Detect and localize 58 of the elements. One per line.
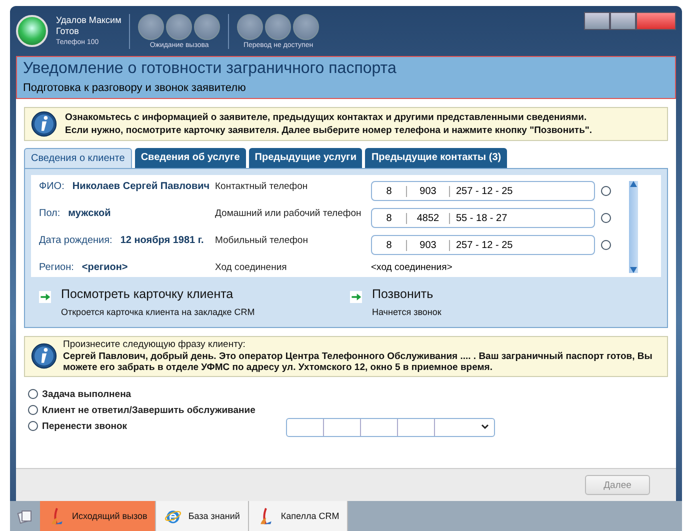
scroll-down-icon[interactable] (630, 267, 637, 273)
caret-icon (481, 424, 489, 430)
page-title: Уведомление о готовности заграничного паспорта (23, 60, 398, 78)
action-description: Начнется звонок (372, 307, 442, 317)
radio-button[interactable] (28, 405, 38, 415)
taskbar-item[interactable]: Исходящий вызов (40, 501, 156, 531)
radio-button[interactable] (601, 240, 611, 250)
radio-button[interactable] (601, 186, 611, 196)
arrow-icon (350, 291, 362, 303)
field-label: Дата рождения: (39, 235, 112, 246)
cards-icon[interactable] (17, 508, 33, 524)
agent-status: Готов (56, 26, 80, 36)
maximize-button[interactable] (610, 12, 636, 30)
info-icon (31, 111, 57, 137)
tab[interactable]: Предыдущие услуги (248, 148, 362, 168)
field-label: Регион: (39, 262, 74, 273)
field-label: Пол: (39, 208, 60, 219)
info-icon (31, 343, 57, 370)
script-prompt: Произнесите следующую фразу клиенту: (63, 339, 246, 350)
phone-field[interactable]: 8 903 257 - 12 - 25 (371, 235, 595, 255)
script-text: Сергей Павлович, добрый день. Это оператор Центра Телефонного Обслуживания .... . Ваш заграничный паспорт готов, Вы можете его забрать в отделе УФМС по адресу ул. Ухтомского 12, окно 5 в приемное время. (63, 350, 654, 374)
tab[interactable]: Предыдущие контакты (3) (365, 148, 508, 168)
minimize-button[interactable] (584, 12, 610, 30)
phone-field[interactable]: 8 903 257 - 12 - 25 (371, 181, 595, 201)
option-label: Перенести звонок (42, 420, 128, 432)
action-link[interactable]: Посмотреть карточку клиента (61, 287, 255, 301)
phone-label: Домашний или рабочий телефон (215, 208, 362, 219)
arrow-icon (39, 291, 51, 303)
scrollbar[interactable] (629, 181, 638, 273)
tab[interactable]: Сведения об услуге (134, 148, 246, 168)
info-text: Если нужно, посмотрите карточку заявителя. Далее выберите номер телефона и нажмите кнопку "Позвонить". (65, 124, 592, 137)
taskbar-item[interactable]: Капелла CRM (248, 501, 348, 531)
avatar-icon (16, 15, 48, 47)
field-value: <регион> (82, 262, 128, 273)
page-subtitle: Подготовка к разговору и звонок заявителю (23, 82, 247, 94)
connection-value: <ход соединения> (371, 262, 454, 273)
connection-label: Ход соединения (215, 262, 288, 273)
close-button[interactable] (636, 12, 676, 30)
scroll-up-icon[interactable] (630, 181, 637, 187)
info-text: Ознакомьтесь с информацией о заявителе, предыдущих контактах и другими представленными сведениями. (65, 111, 588, 124)
phone-label: Мобильный телефон (215, 235, 309, 246)
phone-label: Контактный телефон (215, 181, 309, 192)
agent-name: Удалов Максим (56, 14, 122, 26)
option-label: Клиент не ответил/Завершить обслуживание (42, 404, 256, 416)
taskbar-item[interactable]: База знаний (156, 501, 249, 531)
radio-button[interactable] (601, 213, 611, 223)
option-label: Задача выполнена (42, 388, 132, 400)
tab[interactable]: Сведения о клиенте (24, 148, 132, 168)
date-dropdown[interactable] (286, 418, 495, 436)
radio-button[interactable] (28, 389, 38, 399)
field-value: мужской (68, 208, 111, 219)
action-description: Откроется карточка клиента на закладке CRM (61, 307, 255, 317)
field-label: ФИО: (39, 181, 64, 192)
action-link[interactable]: Позвонить (372, 287, 442, 301)
field-value: Николаев Сергей Павлович (72, 181, 210, 192)
radio-button[interactable] (28, 421, 38, 431)
field-value: 12 ноября 1981 г. (120, 235, 204, 246)
phone-field[interactable]: 8 4852 55 - 18 - 27 (371, 208, 595, 228)
